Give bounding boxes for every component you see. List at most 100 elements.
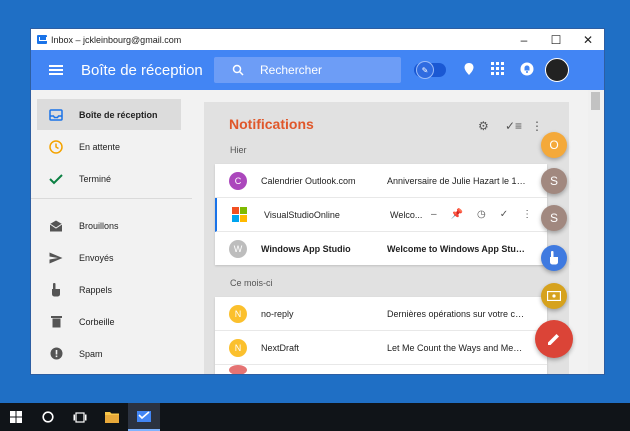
bundle-title: Notifications: [229, 116, 314, 132]
file-explorer-button[interactable]: [96, 403, 128, 431]
app-window: Inbox – jckleinbourg@gmail.com – ☐ ✕ Boî…: [31, 29, 604, 374]
row-actions: – 📌 ◷ ✓ ⋮: [431, 198, 546, 231]
inbox-taskbar-button[interactable]: [128, 403, 160, 431]
app-bar: Boîte de réception Rechercher ✎: [31, 50, 604, 90]
search-placeholder: Rechercher: [260, 63, 323, 77]
subject: Welcome to Windows App Studi...: [387, 243, 527, 254]
section-label: Hier: [230, 145, 247, 155]
subject: Welco...: [390, 209, 423, 220]
ticket-icon: [547, 291, 561, 301]
message-list: C Calendrier Outlook.com Anniversaire de…: [215, 164, 547, 265]
fab-contact-o[interactable]: O: [541, 132, 567, 158]
app-title: Boîte de réception: [81, 61, 203, 79]
sender-name: Calendrier Outlook.com: [261, 175, 356, 186]
section-label: Ce mois-ci: [230, 278, 273, 288]
sidebar: Boîte de réception En attente Terminé Br…: [31, 90, 192, 374]
fab-contact-s[interactable]: S: [541, 205, 567, 231]
subject: Let Me Count the Ways and Means: [387, 342, 527, 353]
inbox-icon: [49, 108, 63, 122]
close-button[interactable]: ✕: [572, 29, 604, 50]
task-view-button[interactable]: [64, 403, 96, 431]
spam-icon: [49, 347, 63, 361]
sender-name: VisualStudioOnline: [264, 209, 340, 220]
sidebar-item-spam[interactable]: Spam: [37, 338, 181, 369]
sender-avatar: W: [229, 239, 247, 258]
scrollbar[interactable]: [588, 90, 604, 374]
done-icon[interactable]: ✓: [500, 209, 508, 220]
snooze-icon[interactable]: ◷: [477, 209, 486, 220]
title-bar[interactable]: Inbox – jckleinbourg@gmail.com – ☐ ✕: [31, 29, 604, 50]
maximize-button[interactable]: ☐: [540, 29, 572, 50]
check-icon: [49, 172, 63, 186]
inbox-app-icon: [137, 411, 151, 422]
menu-icon[interactable]: [49, 63, 63, 77]
location-icon[interactable]: [463, 62, 475, 76]
send-icon: [49, 251, 63, 265]
compose-icon: [548, 334, 559, 345]
sidebar-divider: [31, 198, 192, 199]
fab-compose[interactable]: [535, 320, 573, 358]
search-box[interactable]: Rechercher: [214, 57, 401, 83]
cortana-icon: [42, 411, 54, 423]
reminder-icon: [550, 251, 558, 265]
scroll-thumb[interactable]: [591, 92, 600, 110]
sweep-icon[interactable]: ✓≡: [505, 119, 522, 133]
sender-avatar: C: [229, 171, 247, 190]
list-item[interactable]: VisualStudioOnline Welco... – 📌 ◷ ✓ ⋮: [215, 198, 547, 232]
inbox-app-icon: [37, 35, 47, 44]
sidebar-item-done[interactable]: Terminé: [37, 163, 181, 194]
clock-icon: [49, 139, 63, 154]
list-item[interactable]: C Calendrier Outlook.com Anniversaire de…: [215, 164, 547, 198]
sidebar-item-drafts[interactable]: Brouillons: [37, 210, 181, 241]
list-item[interactable]: N NextDraft Let Me Count the Ways and Me…: [215, 331, 547, 365]
sender-avatar: N: [229, 304, 247, 323]
drafts-icon: [49, 219, 63, 233]
windows-logo-icon: [10, 411, 22, 423]
sender-avatar: N: [229, 338, 247, 357]
fab-contact-s[interactable]: S: [541, 168, 567, 194]
trash-icon: [49, 315, 63, 329]
sidebar-item-label: Envoyés: [79, 252, 114, 263]
microsoft-logo-icon: [232, 207, 247, 222]
sidebar-item-label: Corbeille: [79, 316, 115, 327]
search-icon: [232, 64, 244, 76]
sidebar-item-label: Terminé: [79, 173, 112, 184]
pin-icon[interactable]: 📌: [451, 209, 463, 220]
sidebar-item-reminders[interactable]: Rappels: [37, 274, 181, 305]
taskbar: [0, 403, 630, 431]
sender-name: NextDraft: [261, 342, 300, 353]
sidebar-item-sent[interactable]: Envoyés: [37, 242, 181, 273]
dash-icon: –: [431, 209, 437, 220]
main-content: Notifications ⚙ ✓≡ ⋮ Hier C Calendrier O…: [192, 90, 588, 374]
minimize-button[interactable]: –: [508, 29, 540, 50]
sidebar-item-trash[interactable]: Corbeille: [37, 306, 181, 337]
sender-avatar: [229, 365, 247, 374]
list-item[interactable]: [215, 365, 547, 374]
subject: Dernières opérations sur votre co...: [387, 308, 527, 319]
list-item[interactable]: W Windows App Studio Welcome to Windows …: [215, 232, 547, 265]
fab-reminder[interactable]: [541, 245, 567, 271]
more-icon[interactable]: ⋮: [531, 119, 543, 133]
more-icon[interactable]: ⋮: [522, 209, 532, 220]
sender-name: no-reply: [261, 308, 294, 319]
sidebar-item-label: Boîte de réception: [79, 109, 158, 120]
fab-ticket[interactable]: [541, 283, 567, 309]
settings-icon[interactable]: ⚙: [478, 119, 489, 133]
window-title: Inbox – jckleinbourg@gmail.com: [51, 34, 182, 45]
avatar[interactable]: [545, 58, 569, 82]
apps-grid-icon[interactable]: [491, 62, 504, 75]
start-button[interactable]: [0, 403, 32, 431]
subject: Anniversaire de Julie Hazart le 18...: [387, 175, 527, 186]
sidebar-item-label: Brouillons: [79, 220, 119, 231]
list-item[interactable]: N no-reply Dernières opérations sur votr…: [215, 297, 547, 331]
pinned-toggle[interactable]: ✎: [414, 62, 446, 78]
pin-icon: ✎: [417, 62, 433, 78]
sidebar-item-snoozed[interactable]: En attente: [37, 131, 181, 162]
sidebar-item-label: En attente: [79, 141, 121, 152]
cortana-button[interactable]: [32, 403, 64, 431]
notifications-icon[interactable]: [520, 62, 534, 76]
message-list: N no-reply Dernières opérations sur votr…: [215, 297, 547, 374]
sender-name: Windows App Studio: [261, 243, 351, 254]
task-view-icon: [73, 411, 87, 423]
sidebar-item-inbox[interactable]: Boîte de réception: [37, 99, 181, 130]
